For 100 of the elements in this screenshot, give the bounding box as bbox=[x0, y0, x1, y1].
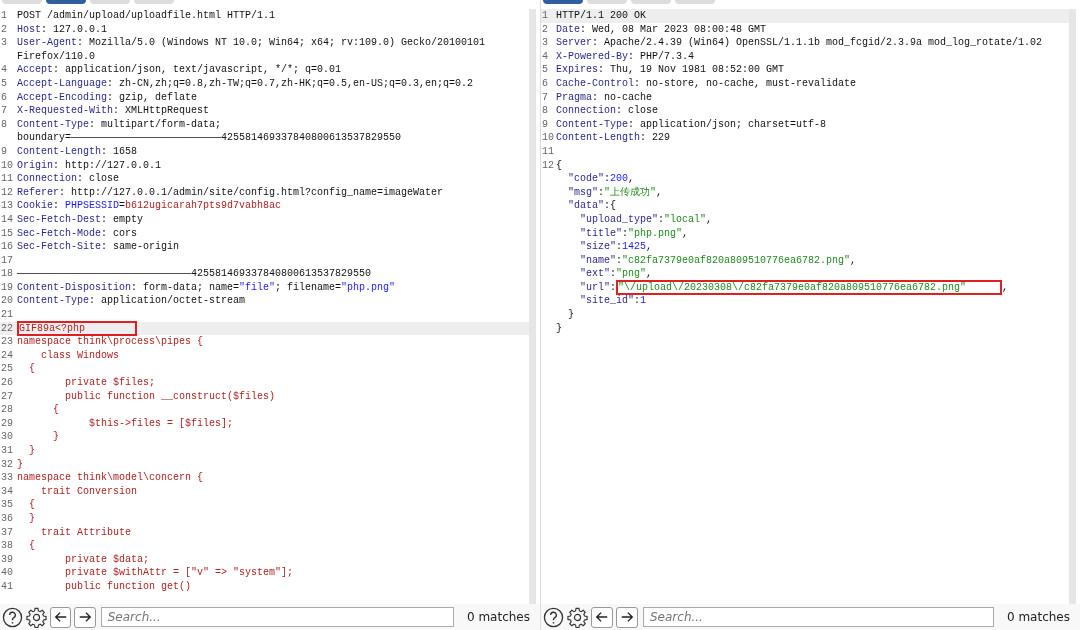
line-number: 7 bbox=[541, 90, 549, 105]
line-number: 21 bbox=[0, 308, 14, 322]
code-text: } bbox=[52, 431, 59, 443]
line-number: 27 bbox=[0, 389, 14, 404]
param-value: "php.png" bbox=[341, 281, 396, 293]
code-text: : application/octet-stream bbox=[89, 295, 246, 307]
header-name: Referer bbox=[17, 186, 59, 198]
tab[interactable] bbox=[46, 0, 86, 4]
code-text: : 1658 bbox=[101, 145, 138, 157]
code-text: : empty bbox=[101, 213, 144, 225]
code-text: , bbox=[850, 254, 857, 266]
header-name: Expires bbox=[556, 64, 598, 76]
code-text: : http://127.0.0.1 bbox=[53, 159, 162, 171]
code-text: } bbox=[28, 512, 35, 524]
code-text: public function __construct($files) bbox=[64, 390, 276, 402]
line-number: 4 bbox=[0, 63, 8, 77]
code-text: trait Attribute bbox=[40, 526, 132, 538]
code-text: : multipart/form-data; bbox=[89, 118, 222, 130]
back-arrow-icon bbox=[53, 610, 68, 624]
line-number: 12 bbox=[541, 158, 555, 173]
line-number: 28 bbox=[0, 403, 14, 417]
line-number: 6 bbox=[0, 90, 8, 105]
line-number: 39 bbox=[0, 552, 14, 567]
code-text: = bbox=[119, 200, 126, 212]
line-number: 10 bbox=[541, 131, 555, 145]
code-text: boundary=—————————————————————————425581469337840800613537829550 bbox=[17, 132, 402, 144]
line-number: 34 bbox=[0, 484, 14, 499]
header-name: Host bbox=[17, 23, 41, 35]
scrollbar[interactable] bbox=[1069, 9, 1076, 604]
line-number: 36 bbox=[0, 511, 14, 526]
line-number: 9 bbox=[0, 144, 8, 159]
line-number: 32 bbox=[0, 457, 14, 472]
code-text: } bbox=[567, 309, 574, 321]
search-field[interactable]: Search... bbox=[100, 607, 454, 627]
code-text: $this->files = [$files]; bbox=[88, 417, 234, 429]
code-text: : PHP/7.3.4 bbox=[628, 50, 695, 62]
header-name: Origin bbox=[17, 159, 53, 171]
settings-icon[interactable] bbox=[567, 606, 588, 628]
code-text: { bbox=[52, 404, 59, 416]
code-text: } bbox=[556, 322, 562, 334]
code-text: b612ugicarah7pts9d7vabh8ac bbox=[125, 200, 282, 212]
header-name: "code" bbox=[567, 173, 604, 185]
search-field[interactable]: Search... bbox=[643, 607, 994, 627]
code-text: { bbox=[28, 540, 35, 552]
code-text: : bbox=[622, 227, 629, 239]
line-number: 6 bbox=[541, 76, 549, 91]
line-number: 1 bbox=[0, 9, 8, 23]
code-text: : no-cache bbox=[592, 91, 653, 103]
settings-icon[interactable] bbox=[26, 606, 47, 628]
line-number: 35 bbox=[0, 498, 14, 512]
back-button[interactable] bbox=[591, 606, 613, 628]
code-text: : no-store, no-cache, must-revalidate bbox=[634, 77, 857, 89]
code-text: { bbox=[28, 499, 35, 511]
code-text: : same-origin bbox=[101, 241, 180, 253]
line-number: 22 bbox=[0, 321, 14, 336]
code-text: , bbox=[706, 213, 713, 225]
code-text: namespace think\process\pipes { bbox=[17, 336, 204, 348]
line-number: 3 bbox=[541, 36, 549, 50]
line-number: 30 bbox=[0, 430, 14, 444]
code-text: private $data; bbox=[64, 553, 150, 565]
tab[interactable] bbox=[543, 0, 583, 4]
code-text: : bbox=[616, 241, 623, 253]
code-text: { bbox=[556, 159, 562, 171]
header-name: Server bbox=[556, 37, 592, 49]
help-icon[interactable] bbox=[543, 606, 564, 628]
code-text: GIF89a<?php bbox=[17, 320, 137, 336]
code-text: : Wed, 08 Mar 2023 08:00:48 GMT bbox=[580, 23, 767, 35]
header-name: "name" bbox=[579, 254, 616, 266]
header-name: Pragma bbox=[556, 91, 592, 103]
string-value: "png" bbox=[616, 268, 647, 280]
header-name: Accept bbox=[17, 64, 53, 76]
code-text: :{ bbox=[604, 200, 617, 212]
code-text: : bbox=[598, 186, 605, 198]
param-value: "file" bbox=[239, 281, 276, 293]
header-name: Cookie bbox=[17, 200, 53, 212]
header-name: "ext" bbox=[579, 268, 610, 280]
code-text: , bbox=[646, 268, 653, 280]
line-number: 31 bbox=[0, 444, 14, 458]
code-text: public function get() bbox=[64, 580, 192, 592]
line-number: 19 bbox=[0, 280, 14, 295]
header-name: "url" bbox=[579, 281, 610, 293]
code-text: : XMLHttpRequest bbox=[113, 105, 210, 117]
header-name: Accept-Encoding bbox=[17, 91, 107, 103]
code-text: , bbox=[656, 186, 663, 198]
forward-button[interactable] bbox=[74, 606, 96, 628]
code-text: } bbox=[28, 445, 35, 456]
header-name: X-Requested-With bbox=[17, 105, 113, 117]
line-number: 11 bbox=[541, 144, 555, 159]
header-name: Content-Disposition bbox=[17, 281, 132, 293]
help-icon[interactable] bbox=[2, 606, 23, 628]
header-name: Content-Type bbox=[17, 118, 89, 130]
scrollbar[interactable] bbox=[529, 9, 536, 604]
match-count: 0 matches bbox=[1006, 610, 1070, 624]
code-text: class Windows bbox=[40, 349, 120, 361]
back-button[interactable] bbox=[50, 606, 72, 628]
forward-button[interactable] bbox=[616, 606, 638, 628]
header-name: "upload_type" bbox=[579, 213, 659, 225]
code-text: private $withAttr = ["v" => "system"]; bbox=[64, 567, 294, 579]
header-name: "msg" bbox=[567, 186, 598, 198]
line-number: 37 bbox=[0, 525, 14, 540]
